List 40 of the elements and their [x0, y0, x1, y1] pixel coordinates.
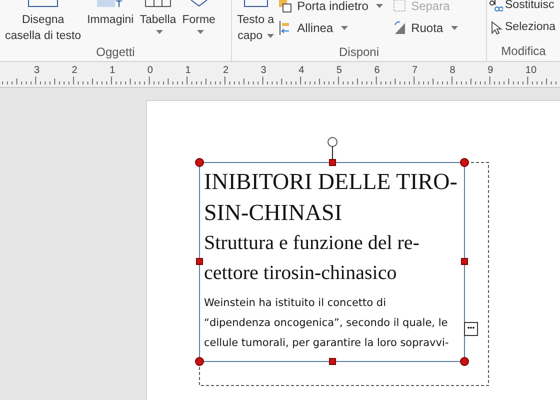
subheading-line: cettore tirosin-chinasico — [204, 261, 397, 286]
cursor-icon — [489, 21, 503, 35]
ribbon-button[interactable]: Tabella — [138, 0, 178, 36]
ruler-number: 10 — [525, 65, 537, 77]
ribbon-button[interactable]: Porta indietro — [279, 0, 390, 16]
heading-line: INIBITORI DELLE TIRO- — [204, 168, 458, 196]
table-icon — [144, 0, 171, 7]
ruler-number: 8 — [450, 65, 456, 77]
text-box-icon — [28, 0, 58, 7]
text-wrap-icon — [244, 0, 268, 7]
ruler-number: 7 — [412, 65, 418, 77]
ribbon-button[interactable]: Disegna casella di testo — [4, 0, 82, 44]
ruler-number: 2 — [223, 65, 229, 77]
ruler-number: 3 — [260, 65, 266, 77]
ribbon-button[interactable]: Allinea — [279, 18, 390, 38]
ribbon-button[interactable]: Forme — [181, 0, 216, 36]
subheading-line: Struttura e funzione del re- — [204, 231, 420, 256]
ruler-number: 9 — [488, 65, 494, 77]
heading-line: SIN-CHINASI — [204, 199, 342, 227]
ruler-number: 3 — [34, 65, 40, 77]
ruler-number: 0 — [147, 65, 153, 77]
picture-icon — [97, 0, 124, 7]
ribbon-button[interactable]: Immagini — [86, 0, 135, 28]
rotate-icon — [393, 21, 408, 35]
ruler-number: 6 — [374, 65, 380, 77]
group-label: Modifica — [500, 43, 547, 59]
ruler-number: 1 — [185, 65, 191, 77]
ruler-number: 4 — [298, 65, 304, 77]
group-label: Disponi — [338, 44, 380, 60]
body-text-line: “dipendenza oncogenica”, secondo il quale, le — [204, 316, 448, 331]
body-text-line: cellule tumorali, per garantire la loro sopravvi- — [204, 336, 449, 351]
ruler-number: 5 — [336, 65, 342, 77]
ruler-number: 2 — [72, 65, 78, 77]
group-label: Oggetti — [95, 44, 136, 60]
shape-icon — [190, 0, 208, 7]
ruler-number: 1 — [110, 65, 116, 77]
body-text-line: Weinstein ha istituito il concetto di — [204, 296, 386, 311]
text-box[interactable] — [199, 162, 465, 362]
ungroup-icon — [393, 0, 408, 13]
ribbon-button[interactable]: Testo a capo — [236, 0, 276, 44]
